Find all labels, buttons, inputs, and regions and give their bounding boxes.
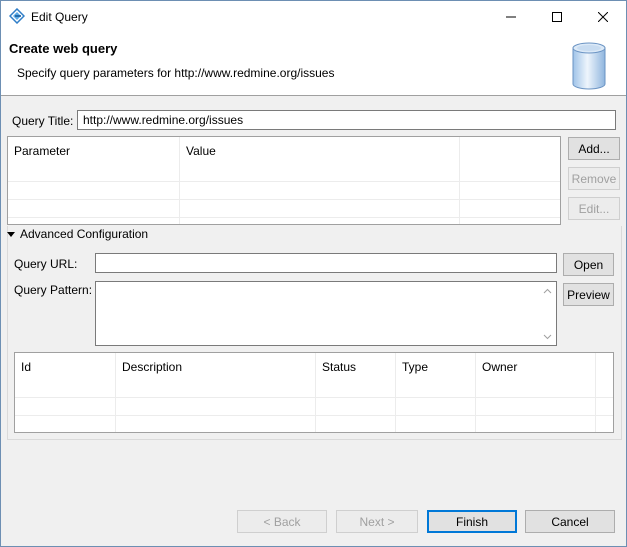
column-header-description[interactable]: Description [116,353,316,381]
add-parameter-button[interactable]: Add... [568,137,620,160]
row-divider [15,397,613,398]
row-divider [8,217,560,218]
column-header-id[interactable]: Id [15,353,116,381]
column-divider [475,353,476,432]
column-header-parameter[interactable]: Parameter [8,137,180,165]
column-divider [595,353,596,432]
scroll-up-arrow[interactable] [539,282,556,299]
column-header-extra[interactable] [596,353,613,381]
parameters-table[interactable]: Parameter Value [7,136,561,225]
column-header-type[interactable]: Type [396,353,476,381]
column-header-owner[interactable]: Owner [476,353,596,381]
app-diamond-icon [9,8,25,24]
column-header-extra[interactable] [460,137,560,165]
query-url-label: Query URL: [14,257,78,271]
close-button[interactable] [580,1,626,32]
remove-button-label: Remove [571,171,617,186]
page-description: Specify query parameters for http://www.… [17,66,335,80]
column-header-value[interactable]: Value [180,137,460,165]
row-divider [8,181,560,182]
wizard-header: Create web query Specify query parameter… [1,32,626,96]
query-pattern-textarea[interactable] [95,281,557,346]
query-pattern-label: Query Pattern: [14,283,93,297]
results-table[interactable]: Id Description Status Type Owner [14,352,614,433]
finish-button-label: Finish [455,514,488,529]
edit-query-dialog: Edit Query Create web query Specify quer… [0,0,627,547]
preview-button-label: Preview [567,287,610,302]
row-divider [15,415,613,416]
maximize-button[interactable] [534,1,580,32]
maximize-icon [552,11,562,22]
title-bar: Edit Query [1,1,626,32]
minimize-icon [506,16,516,17]
repository-icon [572,42,606,90]
chevron-down-icon [7,231,15,237]
query-url-input[interactable] [95,253,557,273]
column-divider [395,353,396,432]
remove-parameter-button[interactable]: Remove [568,167,620,190]
finish-button[interactable]: Finish [427,510,517,533]
column-divider [315,353,316,432]
column-divider [115,353,116,432]
open-button[interactable]: Open [563,253,614,276]
open-button-label: Open [573,257,604,272]
back-button-label: < Back [263,514,301,529]
column-header-status[interactable]: Status [316,353,396,381]
cancel-button[interactable]: Cancel [525,510,615,533]
preview-button[interactable]: Preview [563,283,614,306]
page-title: Create web query [9,41,118,56]
add-button-label: Add... [578,141,610,156]
minimize-button[interactable] [488,1,534,32]
chevron-down-icon [543,334,552,339]
chevron-up-icon [543,288,552,293]
window-title: Edit Query [31,10,88,24]
query-title-label: Query Title: [12,114,74,128]
scroll-down-arrow[interactable] [539,328,556,345]
close-icon [598,11,608,22]
advanced-configuration-label: Advanced Configuration [20,227,149,241]
edit-button-label: Edit... [578,201,610,216]
query-pattern-scrollbar[interactable] [539,282,556,345]
edit-parameter-button[interactable]: Edit... [568,197,620,220]
query-title-input[interactable] [77,110,616,130]
next-button[interactable]: Next > [336,510,418,533]
next-button-label: Next > [359,514,395,529]
back-button[interactable]: < Back [237,510,327,533]
row-divider [8,199,560,200]
advanced-configuration-toggle[interactable]: Advanced Configuration [7,227,148,241]
cancel-button-label: Cancel [551,514,589,529]
